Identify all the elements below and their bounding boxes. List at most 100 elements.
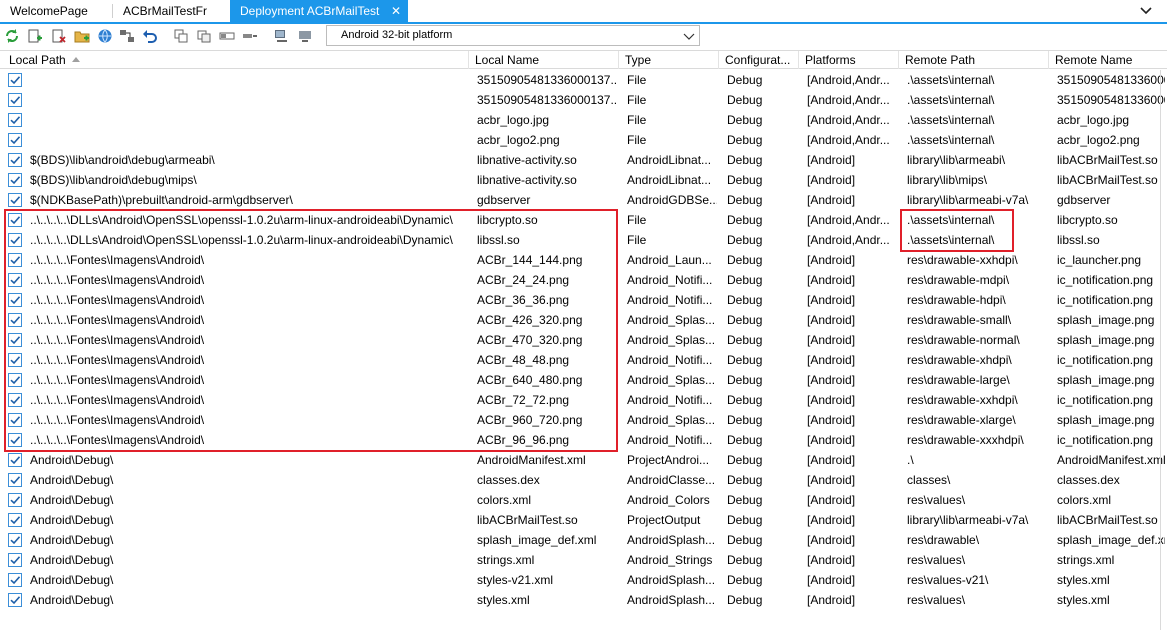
row-checkbox[interactable] xyxy=(8,133,22,147)
table-row[interactable]: $(BDS)\lib\android\debug\mips\ libnative-… xyxy=(0,170,1167,190)
table-row[interactable]: $(NDKBasePath)\prebuilt\android-arm\gdbs… xyxy=(0,190,1167,210)
column-header-remote-name[interactable]: Remote Name xyxy=(1049,51,1167,69)
table-row[interactable]: $(BDS)\lib\android\debug\armeabi\ libnati… xyxy=(0,150,1167,170)
cell-platforms: [Android] xyxy=(807,413,856,427)
row-checkbox[interactable] xyxy=(8,513,22,527)
row-checkbox[interactable] xyxy=(8,293,22,307)
cell-configuration: Debug xyxy=(727,333,763,347)
table-row[interactable]: 35150905481336000137... File Debug [Android… xyxy=(0,70,1167,90)
table-row[interactable]: Android\Debug\ styles.xml AndroidSplash...… xyxy=(0,590,1167,610)
tab-welcome-page[interactable]: WelcomePage xyxy=(0,0,112,22)
checkmark-icon xyxy=(10,476,21,485)
cell-local-name: libnative-activity.so xyxy=(477,153,577,167)
row-checkbox[interactable] xyxy=(8,473,22,487)
checkmark-icon xyxy=(10,76,21,85)
column-header-remote-path[interactable]: Remote Path xyxy=(899,51,1049,69)
table-row[interactable]: acbr_logo.jpg File Debug [Android,Andr... .\… xyxy=(0,110,1167,130)
connection-icon[interactable] xyxy=(118,27,136,45)
row-checkbox[interactable] xyxy=(8,593,22,607)
column-header-local-name[interactable]: Local Name xyxy=(469,51,619,69)
refresh-icon[interactable] xyxy=(3,27,21,45)
unmerge-icon[interactable] xyxy=(241,27,259,45)
table-row[interactable]: ..\..\..\..\Fontes\Imagens\Android\ ACBr_… xyxy=(0,330,1167,350)
row-checkbox[interactable] xyxy=(8,73,22,87)
table-row[interactable]: ..\..\..\..\Fontes\Imagens\Android\ ACBr_… xyxy=(0,410,1167,430)
copy-platform-icon[interactable] xyxy=(195,27,213,45)
table-row[interactable]: ..\..\..\..\Fontes\Imagens\Android\ ACBr_… xyxy=(0,290,1167,310)
remote-computer-icon[interactable] xyxy=(272,27,290,45)
table-row[interactable]: Android\Debug\ colors.xml Android_Colors De… xyxy=(0,490,1167,510)
row-checkbox[interactable] xyxy=(8,313,22,327)
row-checkbox[interactable] xyxy=(8,413,22,427)
table-row[interactable]: acbr_logo2.png File Debug [Android,Andr....… xyxy=(0,130,1167,150)
row-checkbox[interactable] xyxy=(8,353,22,367)
add-featured-files-icon[interactable] xyxy=(73,27,91,45)
cell-local-path: ..\..\..\..\Fontes\Imagens\Android\ xyxy=(30,433,205,447)
table-row[interactable]: ..\..\..\..\DLLs\Android\OpenSSL\openssl… xyxy=(0,230,1167,250)
row-checkbox[interactable] xyxy=(8,333,22,347)
row-checkbox[interactable] xyxy=(8,173,22,187)
row-checkbox[interactable] xyxy=(8,433,22,447)
cell-local-path: ..\..\..\..\Fontes\Imagens\Android\ xyxy=(30,313,205,327)
table-row[interactable]: ..\..\..\..\Fontes\Imagens\Android\ ACBr_… xyxy=(0,250,1167,270)
remove-files-icon[interactable] xyxy=(50,27,68,45)
close-icon[interactable]: ✕ xyxy=(391,0,401,22)
table-row[interactable]: Android\Debug\ libACBrMailTest.so ProjectO… xyxy=(0,510,1167,530)
row-checkbox[interactable] xyxy=(8,373,22,387)
row-checkbox[interactable] xyxy=(8,553,22,567)
column-header-type[interactable]: Type xyxy=(619,51,719,69)
table-row[interactable]: ..\..\..\..\Fontes\Imagens\Android\ ACBr_… xyxy=(0,430,1167,450)
table-row[interactable]: ..\..\..\..\Fontes\Imagens\Android\ ACBr_… xyxy=(0,390,1167,410)
row-checkbox[interactable] xyxy=(8,253,22,267)
revert-icon[interactable] xyxy=(141,27,159,45)
cell-platforms: [Android,Andr... xyxy=(807,73,890,87)
toggle-icon[interactable] xyxy=(218,27,236,45)
cell-type: Android_Strings xyxy=(627,553,713,567)
row-checkbox[interactable] xyxy=(8,493,22,507)
tab-acbrmailtestfr[interactable]: ACBrMailTestFr xyxy=(113,0,230,22)
table-row[interactable]: Android\Debug\ AndroidManifest.xml Project… xyxy=(0,450,1167,470)
row-checkbox[interactable] xyxy=(8,453,22,467)
table-row[interactable]: 35150905481336000137... File Debug [Android… xyxy=(0,90,1167,110)
disconnect-icon[interactable] xyxy=(296,27,314,45)
row-checkbox[interactable] xyxy=(8,233,22,247)
table-row[interactable]: Android\Debug\ classes.dex AndroidClasse..… xyxy=(0,470,1167,490)
cell-local-name: libcrypto.so xyxy=(477,213,538,227)
table-row[interactable]: Android\Debug\ strings.xml Android_Strings… xyxy=(0,550,1167,570)
row-checkbox[interactable] xyxy=(8,393,22,407)
cell-platforms: [Android] xyxy=(807,353,856,367)
cell-remote-path: library\lib\armeabi-v7a\ xyxy=(907,513,1029,527)
platform-select[interactable]: Android 32-bit platform xyxy=(326,25,700,46)
row-checkbox[interactable] xyxy=(8,533,22,547)
column-header-local-path[interactable]: Local Path xyxy=(3,51,469,69)
cell-local-path: ..\..\..\..\DLLs\Android\OpenSSL\openssl… xyxy=(30,213,453,227)
column-header-platforms[interactable]: Platforms xyxy=(799,51,899,69)
table-row[interactable]: ..\..\..\..\Fontes\Imagens\Android\ ACBr_… xyxy=(0,370,1167,390)
cell-local-path: Android\Debug\ xyxy=(30,493,114,507)
table-row[interactable]: Android\Debug\ splash_image_def.xml Androi… xyxy=(0,530,1167,550)
row-checkbox[interactable] xyxy=(8,573,22,587)
add-files-icon[interactable] xyxy=(26,27,44,45)
table-row[interactable]: ..\..\..\..\Fontes\Imagens\Android\ ACBr_… xyxy=(0,350,1167,370)
chevron-down-icon[interactable] xyxy=(1139,2,1153,20)
row-checkbox[interactable] xyxy=(8,193,22,207)
cell-type: AndroidSplash... xyxy=(627,593,716,607)
cell-remote-name: 3515090548133600013 xyxy=(1057,93,1165,107)
row-checkbox[interactable] xyxy=(8,273,22,287)
copy-config-icon[interactable] xyxy=(172,27,190,45)
table-row[interactable]: Android\Debug\ styles-v21.xml AndroidSplas… xyxy=(0,570,1167,590)
row-checkbox[interactable] xyxy=(8,213,22,227)
table-row[interactable]: ..\..\..\..\DLLs\Android\OpenSSL\openssl… xyxy=(0,210,1167,230)
column-header-configuration[interactable]: Configurat... xyxy=(719,51,799,69)
row-checkbox[interactable] xyxy=(8,93,22,107)
table-row[interactable]: ..\..\..\..\Fontes\Imagens\Android\ ACBr_… xyxy=(0,310,1167,330)
cell-remote-path: res\drawable-xhdpi\ xyxy=(907,353,1012,367)
deploy-icon[interactable] xyxy=(96,27,114,45)
table-row[interactable]: ..\..\..\..\Fontes\Imagens\Android\ ACBr_… xyxy=(0,270,1167,290)
tab-deployment[interactable]: Deployment ACBrMailTest ✕ xyxy=(230,0,408,22)
row-checkbox[interactable] xyxy=(8,153,22,167)
cell-type: AndroidClasse... xyxy=(627,473,716,487)
checkmark-icon xyxy=(10,296,21,305)
cell-local-name: styles-v21.xml xyxy=(477,573,554,587)
row-checkbox[interactable] xyxy=(8,113,22,127)
